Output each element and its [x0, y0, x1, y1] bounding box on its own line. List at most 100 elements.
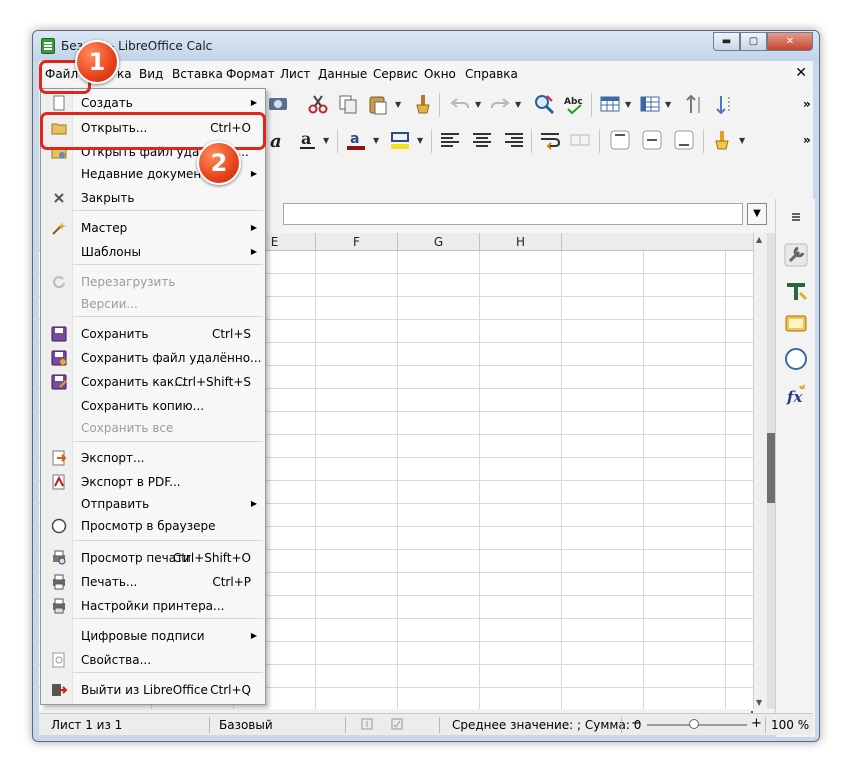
sidebar-collapse-strip[interactable]: [767, 233, 775, 709]
underline-dropdown-icon[interactable]: ▼: [323, 136, 329, 145]
file-menu-item-18[interactable]: Просмотр печати Ctrl+Shift+O: [41, 547, 265, 569]
menu-edit[interactable]: ка: [117, 67, 132, 81]
file-menu-item-11[interactable]: Сохранить как... Ctrl+Shift+S: [41, 371, 265, 393]
properties-wrench-icon[interactable]: [784, 243, 808, 267]
navigator-icon[interactable]: [784, 347, 808, 371]
column-header-f[interactable]: F: [316, 233, 398, 251]
file-menu-item-0[interactable]: Создать ▶: [41, 92, 265, 114]
file-menu-item-4[interactable]: Закрыть: [41, 187, 265, 209]
title-bar[interactable]: Без н 1 - LibreOffice Calc ▬ ▢ ✕: [33, 31, 819, 61]
menu-sheet[interactable]: Лист: [280, 67, 310, 81]
cut-icon[interactable]: [307, 93, 329, 115]
row-dropdown-icon[interactable]: ▼: [625, 100, 631, 109]
document-modified-icon[interactable]: [391, 718, 403, 730]
file-menu-item-17[interactable]: Просмотр в браузере: [41, 515, 265, 537]
functions-icon[interactable]: fx: [784, 383, 808, 407]
insert-mode-icon[interactable]: [361, 718, 373, 730]
menu-window[interactable]: Окно: [424, 67, 456, 81]
column-icon[interactable]: [639, 93, 661, 115]
italic-icon[interactable]: a: [267, 129, 289, 151]
vertical-scrollbar[interactable]: ▲ ▼: [753, 233, 767, 709]
scroll-up-icon[interactable]: ▲: [756, 235, 762, 244]
status-separator: [439, 717, 440, 733]
align-right-icon[interactable]: [503, 129, 525, 151]
menu-insert[interactable]: Вставка: [172, 67, 223, 81]
menu-shortcut: Ctrl+P: [212, 575, 251, 589]
sort-descending-icon[interactable]: [715, 93, 737, 115]
file-menu-item-10[interactable]: Сохранить файл удалённо...: [41, 347, 265, 369]
file-menu-item-9[interactable]: Сохранить Ctrl+S: [41, 323, 265, 345]
file-menu-item-16[interactable]: Отправить ▶: [41, 493, 265, 515]
close-window-button[interactable]: ✕: [767, 32, 813, 51]
wrap-text-icon[interactable]: [539, 129, 561, 151]
column-dropdown-icon[interactable]: ▼: [665, 100, 671, 109]
paste-dropdown-icon[interactable]: ▼: [395, 100, 401, 109]
print-preview-toggle-icon[interactable]: [267, 93, 289, 115]
gallery-icon[interactable]: [784, 311, 808, 335]
formula-expand-icon[interactable]: ▼: [747, 203, 767, 225]
menu-format[interactable]: Формат: [226, 67, 275, 81]
row-icon[interactable]: [599, 93, 621, 115]
undo-icon[interactable]: [449, 93, 471, 115]
redo-icon[interactable]: [489, 93, 511, 115]
align-left-icon[interactable]: [439, 129, 461, 151]
redo-dropdown-icon[interactable]: ▼: [515, 100, 521, 109]
zoom-percent[interactable]: 100 %: [771, 718, 809, 732]
menu-item-label: Выйти из LibreOffice: [81, 683, 208, 697]
align-top-icon[interactable]: [609, 129, 631, 151]
conditional-format-icon[interactable]: [711, 129, 733, 151]
zoom-in-button[interactable]: +: [751, 716, 762, 731]
align-center-icon[interactable]: [471, 129, 493, 151]
styles-icon[interactable]: [784, 279, 808, 303]
sort-ascending-icon[interactable]: [685, 93, 707, 115]
column-header-h[interactable]: H: [480, 233, 562, 251]
menu-item-label: Версии...: [81, 297, 138, 311]
file-menu-item-15[interactable]: Экспорт в PDF...: [41, 471, 265, 493]
toolbar-more-icon[interactable]: »: [803, 97, 811, 111]
column-header-g[interactable]: G: [398, 233, 480, 251]
conditional-format-dropdown-icon[interactable]: ▼: [739, 136, 745, 145]
file-menu-item-20[interactable]: Настройки принтера...: [41, 595, 265, 617]
copy-icon[interactable]: [337, 93, 359, 115]
menu-view[interactable]: Вид: [139, 67, 163, 81]
file-menu-item-12[interactable]: Сохранить копию...: [41, 395, 265, 417]
file-menu-item-22[interactable]: Свойства...: [41, 649, 265, 671]
font-color-icon[interactable]: a: [345, 129, 367, 151]
page-style-indicator[interactable]: Базовый: [219, 718, 273, 732]
file-menu-item-14[interactable]: Экспорт...: [41, 447, 265, 469]
file-menu-item-5[interactable]: Мастер ▶: [41, 217, 265, 239]
toolbar2-more-icon[interactable]: »: [803, 133, 811, 147]
file-menu-item-23[interactable]: Выйти из LibreOffice Ctrl+Q: [41, 679, 265, 701]
paste-icon[interactable]: [367, 93, 389, 115]
highlight-color-icon[interactable]: [389, 129, 411, 151]
highlight-dropdown-icon[interactable]: ▼: [417, 136, 423, 145]
formula-input[interactable]: [283, 203, 743, 225]
align-middle-icon[interactable]: [641, 129, 663, 151]
scroll-down-icon[interactable]: ▼: [756, 698, 762, 707]
clone-formatting-icon[interactable]: [411, 93, 433, 115]
minimize-button[interactable]: ▬: [713, 32, 740, 51]
font-color-dropdown-icon[interactable]: ▼: [373, 136, 379, 145]
underline-icon[interactable]: a: [297, 129, 319, 151]
zoom-slider-knob[interactable]: [689, 719, 699, 729]
maximize-button[interactable]: ▢: [740, 32, 767, 51]
column-header-partial-right[interactable]: [562, 233, 753, 251]
menu-item-label: Экспорт в PDF...: [81, 475, 181, 489]
menu-item-label: Просмотр в браузере: [81, 519, 216, 533]
find-replace-icon[interactable]: [533, 93, 555, 115]
file-menu-item-21[interactable]: Цифровые подписи ▶: [41, 625, 265, 647]
align-bottom-icon[interactable]: [673, 129, 695, 151]
sidebar-menu-icon[interactable]: [784, 209, 808, 225]
file-menu-item-6[interactable]: Шаблоны ▶: [41, 241, 265, 263]
close-document-icon[interactable]: ✕: [795, 65, 807, 81]
zoom-out-button[interactable]: −: [631, 716, 642, 731]
undo-dropdown-icon[interactable]: ▼: [475, 100, 481, 109]
file-menu-item-8: Версии...: [41, 293, 265, 315]
sidebar-grip[interactable]: [767, 433, 775, 503]
menu-tools[interactable]: Сервис: [373, 67, 418, 81]
spelling-icon[interactable]: Abc: [563, 93, 585, 115]
merge-cells-icon[interactable]: [569, 129, 591, 151]
file-menu-item-19[interactable]: Печать... Ctrl+P: [41, 571, 265, 593]
menu-data[interactable]: Данные: [318, 67, 367, 81]
menu-help[interactable]: Справка: [465, 67, 518, 81]
